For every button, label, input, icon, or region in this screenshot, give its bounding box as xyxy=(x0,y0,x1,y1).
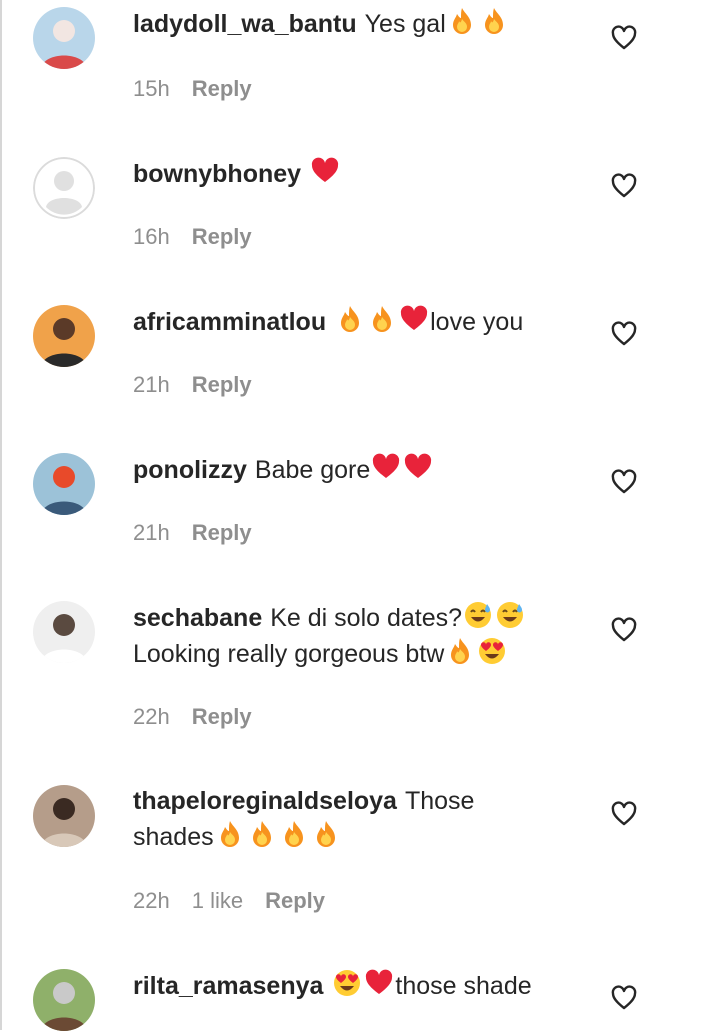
reply-button[interactable]: Reply xyxy=(192,520,252,545)
fire-emoji-icon xyxy=(447,6,477,36)
comment-username[interactable]: ponolizzy xyxy=(133,456,247,484)
comment-body: ponolizzy Babe gore xyxy=(133,452,583,488)
comment-emojis-line2 xyxy=(444,638,508,668)
fire-emoji-icon xyxy=(335,304,365,334)
fire-emoji-icon xyxy=(367,304,397,334)
comment-emojis xyxy=(370,453,434,484)
comment-username[interactable]: rilta_ramasenya xyxy=(133,972,323,1000)
comment-emojis xyxy=(309,157,341,188)
grinning-face-with-sweat-emoji-icon xyxy=(495,600,525,630)
comment-time: 22h xyxy=(133,888,170,913)
comment-text: Babe gore xyxy=(254,456,371,484)
comment-username[interactable]: thapeloreginaldseloya xyxy=(133,787,397,815)
comment-emojis-line2 xyxy=(214,821,342,851)
comment-meta: 22h 1 like Reply xyxy=(133,886,347,916)
reply-button[interactable]: Reply xyxy=(265,888,325,913)
avatar[interactable] xyxy=(33,7,95,69)
comment-body: africamminatlou love you xyxy=(133,304,583,340)
comment-meta: 22h Reply xyxy=(133,702,274,732)
comment-emojis xyxy=(446,8,510,38)
fire-emoji-icon xyxy=(215,819,245,849)
grinning-face-with-sweat-emoji-icon xyxy=(463,600,493,630)
comment-body: sechabane Ke di solo dates? Looking reall… xyxy=(133,600,583,672)
comment-body: ladydoll_wa_bantu Yes gal xyxy=(133,6,583,42)
reply-button[interactable]: Reply xyxy=(192,704,252,729)
comment-username[interactable]: sechabane xyxy=(133,604,262,632)
comment-meta: 21h Reply xyxy=(133,370,274,400)
fire-emoji-icon xyxy=(479,6,509,36)
reply-button[interactable]: Reply xyxy=(192,76,252,101)
fire-emoji-icon xyxy=(311,819,341,849)
red-heart-emoji-icon xyxy=(310,156,340,186)
reply-button[interactable]: Reply xyxy=(192,372,252,397)
smiling-face-with-heart-eyes-emoji-icon xyxy=(332,968,362,998)
smiling-face-with-heart-eyes-emoji-icon xyxy=(477,636,507,666)
fire-emoji-icon xyxy=(247,819,277,849)
default-avatar-icon[interactable] xyxy=(33,157,95,219)
like-heart-icon[interactable] xyxy=(610,800,638,828)
comment-body: rilta_ramasenya those shade xyxy=(133,968,583,1004)
red-heart-emoji-icon xyxy=(371,452,401,482)
like-heart-icon[interactable] xyxy=(610,24,638,52)
fire-emoji-icon xyxy=(279,819,309,849)
comment-time: 21h xyxy=(133,520,170,545)
avatar[interactable] xyxy=(33,969,95,1031)
comment-text-after: love you xyxy=(430,308,524,336)
like-heart-icon[interactable] xyxy=(610,320,638,348)
comment-emojis xyxy=(462,602,526,632)
comment-body: bownybhoney xyxy=(133,156,583,192)
comment-list: ladydoll_wa_bantu Yes gal 15h Reply bownyb… xyxy=(0,0,720,1031)
comment-text-line2: Looking really gorgeous btw xyxy=(133,640,445,668)
comment-text: Yes gal xyxy=(364,10,446,38)
comment-text-after: those shade xyxy=(395,972,532,1000)
red-heart-emoji-icon xyxy=(364,968,394,998)
comment-time: 15h xyxy=(133,76,170,101)
comment-emojis xyxy=(331,969,395,1000)
like-heart-icon[interactable] xyxy=(610,468,638,496)
comment-text: Ke di solo dates? xyxy=(270,604,463,632)
avatar[interactable] xyxy=(33,601,95,663)
comment-likes[interactable]: 1 like xyxy=(192,888,243,913)
comment-meta: 15h Reply xyxy=(133,74,274,104)
fire-emoji-icon xyxy=(445,636,475,666)
comment-emojis xyxy=(334,305,430,336)
comment-time: 22h xyxy=(133,704,170,729)
comment-username[interactable]: africamminatlou xyxy=(133,308,326,336)
comment-meta: 16h Reply xyxy=(133,222,274,252)
red-heart-emoji-icon xyxy=(403,452,433,482)
reply-button[interactable]: Reply xyxy=(192,224,252,249)
red-heart-emoji-icon xyxy=(399,304,429,334)
comment-username[interactable]: ladydoll_wa_bantu xyxy=(133,10,357,38)
comment-text: Those xyxy=(404,787,475,815)
comment-body: thapeloreginaldseloya Those shades xyxy=(133,784,583,855)
avatar[interactable] xyxy=(33,305,95,367)
like-heart-icon[interactable] xyxy=(610,984,638,1012)
avatar[interactable] xyxy=(33,453,95,515)
comment-time: 21h xyxy=(133,372,170,397)
like-heart-icon[interactable] xyxy=(610,616,638,644)
comment-time: 16h xyxy=(133,224,170,249)
comment-username[interactable]: bownybhoney xyxy=(133,160,301,188)
avatar[interactable] xyxy=(33,785,95,847)
like-heart-icon[interactable] xyxy=(610,172,638,200)
comment-meta: 21h Reply xyxy=(133,518,274,548)
comment-text-line2: shades xyxy=(133,823,214,851)
